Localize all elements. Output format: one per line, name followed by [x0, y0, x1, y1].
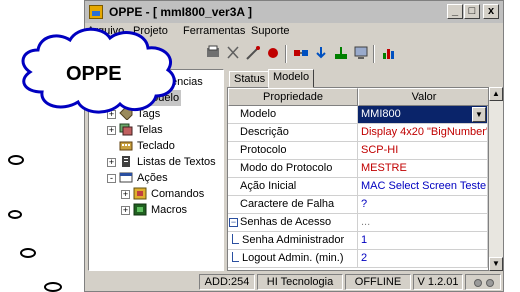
callout-trail-bubble [8, 155, 24, 165]
record-tool-icon[interactable] [265, 45, 281, 61]
keyboard-icon [119, 139, 133, 152]
property-name: Caractere de Falha [228, 196, 358, 214]
property-name: Modelo [228, 106, 358, 124]
tree-item-label: Ações [137, 172, 168, 184]
header-valor[interactable]: Valor [358, 88, 488, 106]
maximize-button[interactable]: □ [464, 4, 480, 19]
table-row[interactable]: Protocolo SCP-HI [228, 142, 488, 160]
actions-icon [119, 171, 133, 184]
print-tool-icon[interactable] [205, 45, 221, 61]
scroll-up-icon[interactable]: ▲ [489, 87, 503, 101]
chevron-down-icon[interactable]: ▼ [472, 107, 486, 122]
macros-icon [133, 203, 147, 216]
tab-status[interactable]: Status [229, 71, 271, 87]
status-connection: OFFLINE [345, 274, 411, 290]
properties-panel: Status Modelo Propriedade Valor Modelo M… [227, 69, 503, 271]
tree-expand-toggle[interactable]: + [121, 190, 130, 199]
property-value[interactable]: SCP-HI [358, 142, 488, 160]
wand-tool-icon[interactable] [245, 45, 261, 61]
property-child: Senha Administrador [228, 232, 358, 250]
table-row[interactable]: Senha Administrador 1 [228, 232, 488, 250]
property-value[interactable]: ? [358, 196, 488, 214]
tree-branch-icon [232, 252, 239, 262]
table-row[interactable]: Ação Inicial MAC Select Screen Teste 1 [228, 178, 488, 196]
tab-strip: Status Modelo [227, 69, 503, 88]
property-name: Logout Admin. (min.) [242, 252, 344, 264]
model-select[interactable]: MMI800 ▼ [358, 106, 488, 124]
property-group: − Senhas de Acesso [228, 214, 358, 232]
close-button[interactable]: x [483, 4, 499, 19]
grid-header: Propriedade Valor [228, 88, 488, 106]
property-name: Modo do Protocolo [228, 160, 358, 178]
indicator-led-icon [474, 279, 482, 287]
scroll-down-icon[interactable]: ▼ [489, 257, 503, 271]
property-name: Senha Administrador [242, 234, 345, 246]
callout-trail-bubble [44, 282, 62, 292]
property-value[interactable]: ... [358, 214, 488, 232]
table-row[interactable]: Modo do Protocolo MESTRE [228, 160, 488, 178]
property-name: Senhas de Acesso [240, 216, 332, 228]
status-address: ADD:254 [199, 274, 255, 290]
text-list-icon [119, 155, 133, 168]
connect-tool-icon[interactable] [293, 45, 309, 61]
property-child: Logout Admin. (min.) [228, 250, 358, 268]
callout-trail-bubble [20, 248, 36, 258]
monitor-tool-icon[interactable] [353, 45, 369, 61]
property-value[interactable]: Display 4x20 "BigNumber" - [358, 124, 488, 142]
table-row[interactable]: Logout Admin. (min.) 2 [228, 250, 488, 268]
status-company: HI Tecnologia [257, 274, 343, 290]
collapse-group-icon[interactable]: − [229, 218, 238, 227]
status-indicators [465, 274, 501, 290]
callout-trail-bubble [8, 210, 22, 219]
upload-tool-icon[interactable] [333, 45, 349, 61]
property-value[interactable]: MESTRE [358, 160, 488, 178]
property-value[interactable]: 1 [358, 232, 488, 250]
model-select-value: MMI800 [361, 108, 401, 120]
tab-modelo[interactable]: Modelo [268, 69, 315, 88]
tree-item-label: Listas de Textos [137, 156, 216, 168]
toolbar-separator [285, 45, 287, 63]
property-grid: Propriedade Valor Modelo MMI800 ▼ Descri… [227, 87, 489, 271]
menu-suporte[interactable]: Suporte [251, 25, 290, 37]
scissors-tool-icon[interactable] [225, 45, 241, 61]
property-value[interactable]: MAC Select Screen Teste 1 [358, 178, 488, 196]
commands-icon [133, 187, 147, 200]
table-row[interactable]: Modelo MMI800 ▼ [228, 106, 488, 124]
tree-expand-toggle[interactable]: + [121, 206, 130, 215]
tree-item-label: Macros [151, 204, 188, 216]
table-row[interactable]: Caractere de Falha ? [228, 196, 488, 214]
toolbar-separator [373, 45, 375, 63]
tree-item-label: Comandos [151, 188, 205, 200]
tree-branch-icon [232, 234, 239, 244]
table-row-group[interactable]: − Senhas de Acesso ... [228, 214, 488, 232]
status-bar: ADD:254 HI Tecnologia OFFLINE V 1.2.01 [85, 273, 503, 291]
vertical-scrollbar[interactable]: ▲ ▼ [489, 87, 503, 271]
table-row[interactable]: Descrição Display 4x20 "BigNumber" - [228, 124, 488, 142]
property-name: Ação Inicial [228, 178, 358, 196]
property-name: Descrição [228, 124, 358, 142]
tree-item-label: Teclado [137, 140, 175, 152]
indicator-led-icon [486, 279, 494, 287]
tree-collapse-toggle[interactable]: - [107, 174, 116, 183]
property-name: Protocolo [228, 142, 358, 160]
property-value[interactable]: 2 [358, 250, 488, 268]
download-tool-icon[interactable] [313, 45, 329, 61]
minimize-button[interactable]: _ [447, 4, 463, 19]
tree-expand-toggle[interactable]: + [107, 158, 116, 167]
callout-label: OPPE [66, 63, 122, 85]
chart-tool-icon[interactable] [381, 45, 397, 61]
header-propriedade[interactable]: Propriedade [228, 88, 358, 106]
status-version: V 1.2.01 [413, 274, 463, 290]
